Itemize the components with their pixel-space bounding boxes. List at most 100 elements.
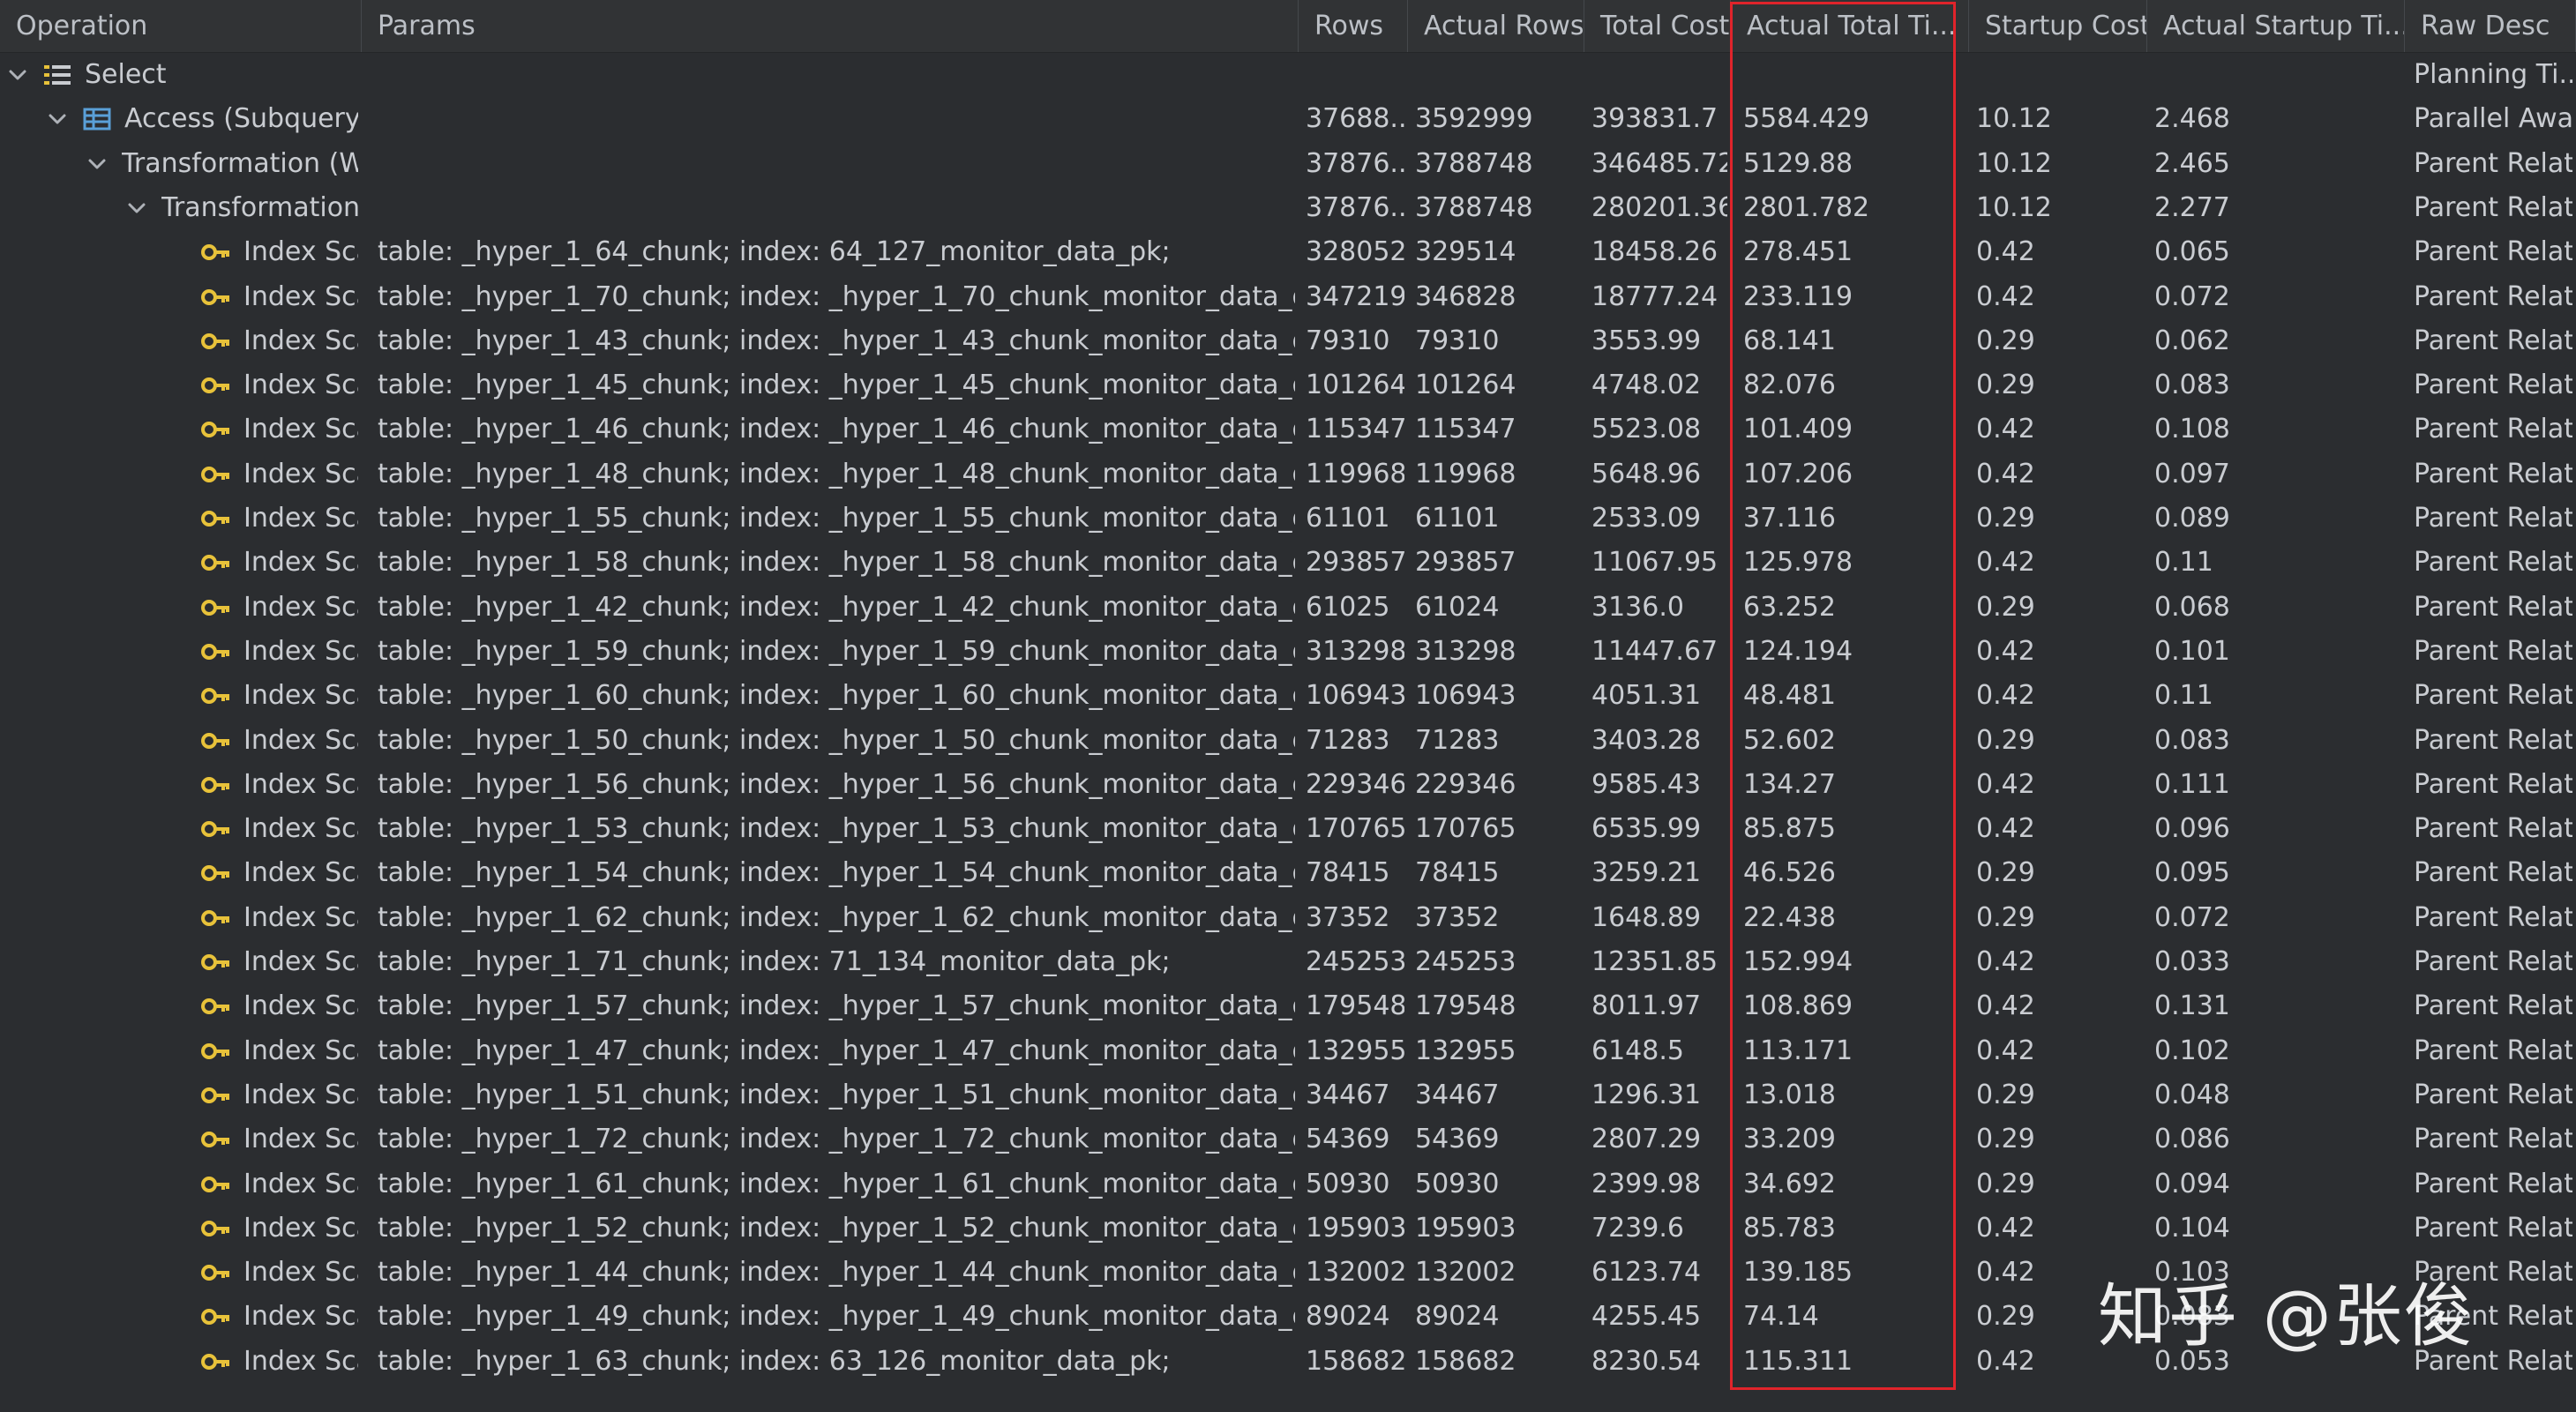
table-row[interactable]: Index Sca table: _hyper_1_55_chunk; index…	[0, 497, 2576, 541]
rows-cell: 37876...	[1306, 147, 1404, 179]
operation-cell: Index Sca	[0, 1162, 358, 1207]
params-cell: table: _hyper_1_61_chunk; index: _hyper_…	[378, 1168, 1295, 1199]
table-row[interactable]: Access (Subquery S 37688... 3592999 393831.…	[0, 97, 2576, 141]
actual-rows-cell: 313298	[1415, 635, 1516, 667]
key-icon	[201, 370, 231, 400]
table-row[interactable]: Index Sca table: _hyper_1_61_chunk; index…	[0, 1162, 2576, 1207]
total-cost-cell: 7239.6	[1591, 1212, 1684, 1244]
actual-total-time-cell	[1743, 53, 1966, 97]
actual-rows-cell: 119968	[1415, 458, 1516, 489]
table-row[interactable]: Index Sca table: _hyper_1_71_chunk; index…	[0, 940, 2576, 984]
table-row[interactable]: Index Sca table: _hyper_1_52_chunk; index…	[0, 1207, 2576, 1251]
raw-desc-cell: Parent Relat...	[2414, 147, 2572, 179]
rows-cell: 50930	[1306, 1168, 1390, 1199]
table-row[interactable]: Transformation (Wi 37876... 3788748 346485.…	[0, 142, 2576, 186]
table-row[interactable]: Index Sca table: _hyper_1_56_chunk; index…	[0, 763, 2576, 807]
rows-cell: 61101	[1306, 503, 1390, 534]
column-header-operation[interactable]: Operation	[0, 0, 362, 52]
raw-desc-cell: Parent Relat...	[2414, 901, 2572, 933]
raw-desc-cell: Planning Ti...	[2414, 59, 2572, 90]
actual-startup-time-cell: 0.062	[2154, 325, 2230, 356]
table-row[interactable]: Index Sca table: _hyper_1_58_chunk; index…	[0, 541, 2576, 585]
table-row[interactable]: Index Sca table: _hyper_1_50_chunk; index…	[0, 719, 2576, 763]
params-cell	[378, 53, 1295, 97]
table-row[interactable]: Index Sca table: _hyper_1_62_chunk; index…	[0, 896, 2576, 940]
total-cost-cell: 280201.36	[1591, 191, 1727, 223]
actual-startup-time-cell: 0.083	[2154, 370, 2230, 401]
actual-total-time-cell: 107.206	[1743, 458, 1853, 489]
table-row[interactable]: Index Sca table: _hyper_1_57_chunk; index…	[0, 984, 2576, 1028]
operation-label: Index Sca	[243, 635, 358, 667]
raw-desc-cell: Parent Relat...	[2414, 768, 2572, 800]
table-row[interactable]: Index Sca table: _hyper_1_60_chunk; index…	[0, 674, 2576, 718]
chevron-down-icon[interactable]	[5, 63, 30, 87]
table-row[interactable]: Index Sca table: _hyper_1_51_chunk; index…	[0, 1073, 2576, 1117]
params-cell: table: _hyper_1_55_chunk; index: _hyper_…	[378, 503, 1295, 534]
table-row[interactable]: Index Sca table: _hyper_1_64_chunk; index…	[0, 230, 2576, 274]
total-cost-cell: 6535.99	[1591, 813, 1702, 845]
column-header-total-cost[interactable]: Total Cost	[1584, 0, 1731, 52]
actual-rows-cell: 245253	[1415, 946, 1516, 977]
table-row[interactable]: Select Planning Ti...	[0, 53, 2576, 97]
table-row[interactable]: Index Sca table: _hyper_1_45_chunk; index…	[0, 363, 2576, 407]
table-row[interactable]: Index Sca table: _hyper_1_59_chunk; index…	[0, 630, 2576, 674]
rows-cell: 89024	[1306, 1301, 1390, 1333]
chevron-down-icon[interactable]	[85, 152, 109, 176]
params-cell: table: _hyper_1_71_chunk; index: 71_134_…	[378, 946, 1171, 977]
params-cell: table: _hyper_1_46_chunk; index: _hyper_…	[378, 414, 1295, 445]
table-row[interactable]: Index Sca table: _hyper_1_48_chunk; index…	[0, 452, 2576, 497]
chevron-down-icon[interactable]	[45, 107, 70, 131]
total-cost-cell: 2807.29	[1591, 1124, 1702, 1155]
table-row[interactable]: Index Sca table: _hyper_1_72_chunk; index…	[0, 1117, 2576, 1162]
total-cost-cell: 393831.7	[1591, 103, 1719, 135]
operation-label: Index Sca	[243, 1124, 358, 1155]
column-header-actual-startup-time[interactable]: Actual Startup Ti...	[2147, 0, 2405, 52]
rows-cell: 37688...	[1306, 103, 1404, 135]
table-header: Operation Params Rows Actual Rows Total Cost…	[0, 0, 2576, 53]
table-row[interactable]: Index Sca table: _hyper_1_47_chunk; index…	[0, 1029, 2576, 1073]
key-icon	[201, 504, 231, 534]
column-header-raw-desc[interactable]: Raw Desc	[2405, 0, 2576, 52]
table-row[interactable]: Index Sca table: _hyper_1_46_chunk; index…	[0, 407, 2576, 452]
operation-label: Index Sca	[243, 813, 358, 845]
operation-label: Index Sca	[243, 1257, 358, 1289]
operation-cell: Index Sca	[0, 674, 358, 718]
raw-desc-cell: Parent Relat...	[2414, 191, 2572, 223]
column-header-actual-total-time[interactable]: Actual Total Ti...	[1731, 0, 1969, 52]
table-row[interactable]: Index Sca table: _hyper_1_43_chunk; index…	[0, 319, 2576, 363]
column-header-startup-cost[interactable]: Startup Cost	[1969, 0, 2147, 52]
key-icon	[201, 282, 231, 312]
rows-cell: 328052	[1306, 236, 1404, 268]
actual-startup-time-cell: 0.072	[2154, 901, 2230, 933]
actual-startup-time-cell: 2.468	[2154, 103, 2230, 135]
key-icon	[201, 903, 231, 933]
table-row[interactable]: Transformation (37876... 3788748 280201.36…	[0, 186, 2576, 230]
table-row[interactable]: Index Sca table: _hyper_1_42_chunk; index…	[0, 586, 2576, 630]
actual-total-time-cell: 113.171	[1743, 1035, 1853, 1066]
column-header-actual-rows[interactable]: Actual Rows	[1408, 0, 1584, 52]
operation-cell: Index Sca	[0, 984, 358, 1028]
actual-rows-cell: 179548	[1415, 990, 1516, 1022]
actual-startup-time-cell: 0.108	[2154, 414, 2230, 445]
table-row[interactable]: Index Sca table: _hyper_1_53_chunk; index…	[0, 807, 2576, 851]
actual-total-time-cell: 278.451	[1743, 236, 1853, 268]
column-header-params[interactable]: Params	[362, 0, 1299, 52]
operation-cell: Index Sca	[0, 1295, 358, 1339]
startup-cost-cell: 0.29	[1976, 503, 2035, 534]
chevron-down-icon[interactable]	[124, 196, 149, 220]
operation-cell: Transformation (Wi	[0, 142, 358, 186]
operation-cell: Index Sca	[0, 363, 358, 407]
operation-cell: Index Sca	[0, 1207, 358, 1251]
operation-label: Index Sca	[243, 680, 358, 712]
params-cell: table: _hyper_1_63_chunk; index: 63_126_…	[378, 1345, 1171, 1377]
actual-startup-time-cell: 0.048	[2154, 1079, 2230, 1110]
operation-cell: Index Sca	[0, 275, 358, 319]
operation-label: Index Sca	[243, 1035, 358, 1066]
table-row[interactable]: Index Sca table: _hyper_1_70_chunk; index…	[0, 275, 2576, 319]
raw-desc-cell: Parent Relat...	[2414, 414, 2572, 445]
operation-cell: Index Sca	[0, 940, 358, 984]
column-header-rows[interactable]: Rows	[1299, 0, 1408, 52]
raw-desc-cell: Parent Relat...	[2414, 280, 2572, 312]
total-cost-cell: 3259.21	[1591, 857, 1702, 889]
table-row[interactable]: Index Sca table: _hyper_1_54_chunk; index…	[0, 851, 2576, 895]
